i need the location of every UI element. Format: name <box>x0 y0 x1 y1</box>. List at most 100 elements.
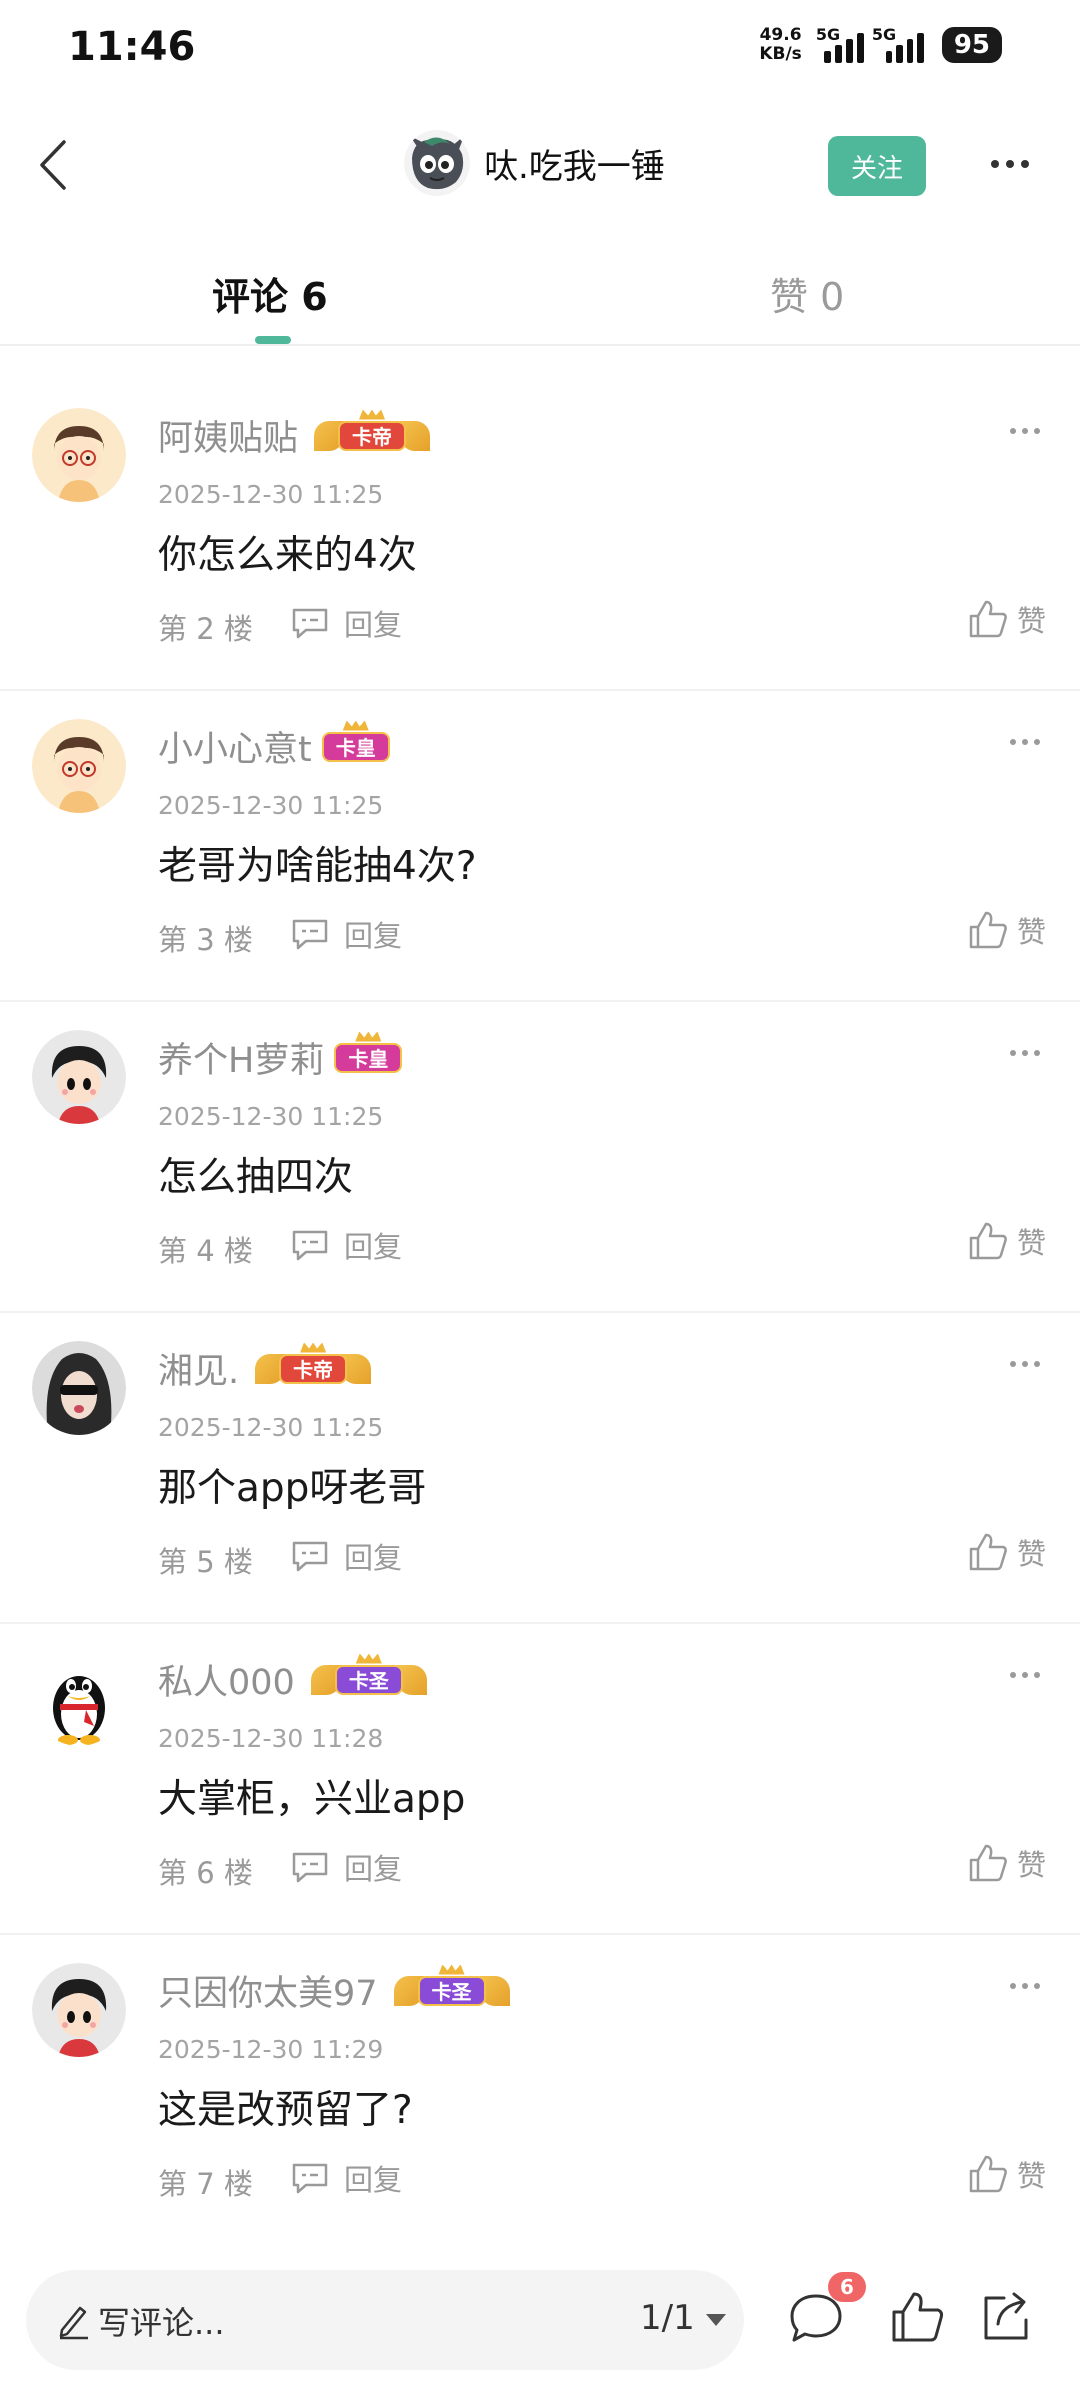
like-button[interactable]: 赞 <box>967 1220 1046 1262</box>
reply-bubble-icon <box>292 2163 328 2194</box>
avatar[interactable] <box>32 1963 126 2057</box>
comment-header: 私人000 卡圣 <box>158 1653 427 1705</box>
more-dots-icon <box>1010 1050 1016 1056</box>
more-dots-icon <box>991 160 999 168</box>
comment-tabs: 评论 6 赞 0 <box>0 236 1080 346</box>
badge-label: 卡帝 <box>338 420 407 451</box>
reply-bubble-icon <box>292 1852 328 1883</box>
badge-label: 卡皇 <box>334 1042 403 1073</box>
comment-more-button[interactable] <box>1010 428 1040 434</box>
reply-bubble-icon <box>292 1541 328 1572</box>
reply-label: 回复 <box>344 2163 403 2197</box>
pen-icon <box>59 2306 88 2340</box>
level-badge: 卡圣 <box>393 1964 510 2011</box>
avatar[interactable] <box>32 408 126 502</box>
level-badge: 卡皇 <box>321 720 390 767</box>
commenter-name[interactable]: 湘见. <box>158 1343 239 1394</box>
reply-bubble-icon <box>292 1230 328 1261</box>
more-options-button[interactable] <box>980 144 1040 184</box>
thumbs-up-icon <box>969 911 1007 949</box>
comment-item: 只因你太美97 卡圣 2025-12-30 11:29 这是改预留了? 第 7 … <box>0 1935 1080 2246</box>
back-chevron-icon <box>40 140 66 190</box>
like-button[interactable]: 赞 <box>967 598 1046 640</box>
signal-icon: 5G <box>872 25 924 63</box>
avatar[interactable] <box>32 1652 126 1746</box>
comment-time: 2025-12-30 11:25 <box>158 791 384 820</box>
thumbs-up-icon <box>969 2155 1007 2193</box>
avatar[interactable] <box>32 1030 126 1124</box>
commenter-name[interactable]: 私人000 <box>158 1654 295 1705</box>
floor-number: 第 2 楼 <box>158 612 253 646</box>
level-badge: 卡帝 <box>255 1342 372 1389</box>
signal-1-label: 5G <box>815 25 841 44</box>
comment-time: 2025-12-30 11:25 <box>158 1413 384 1442</box>
reply-button[interactable]: 回复 <box>290 1846 402 1888</box>
comment-item: 小小心意t 卡皇 2025-12-30 11:25 老哥为啥能抽4次? 第 3 … <box>0 691 1080 1002</box>
comment-item: 养个H萝莉 卡皇 2025-12-30 11:25 怎么抽四次 第 4 楼 回复… <box>0 1002 1080 1313</box>
like-button[interactable]: 赞 <box>967 1531 1046 1573</box>
status-time: 11:46 <box>68 24 196 70</box>
reply-label: 回复 <box>344 1230 403 1264</box>
follow-button[interactable]: 关注 <box>828 136 926 196</box>
status-bar: 11:46 49.6 KB/s 5G 5G 95 <box>0 0 1080 100</box>
like-button[interactable]: 赞 <box>967 909 1046 951</box>
comment-more-button[interactable] <box>1010 1983 1040 1989</box>
commenter-name[interactable]: 小小心意t <box>158 721 312 772</box>
reply-button[interactable]: 回复 <box>290 602 402 644</box>
more-dots-icon <box>1010 1672 1016 1678</box>
tab-likes[interactable]: 赞 0 <box>770 266 844 321</box>
comment-time: 2025-12-30 11:28 <box>158 1724 384 1753</box>
avatar[interactable] <box>32 719 126 813</box>
like-label: 赞 <box>1016 1226 1046 1260</box>
badge-label: 卡圣 <box>417 1975 486 2006</box>
like-label: 赞 <box>1016 1537 1046 1571</box>
commenter-name[interactable]: 阿姨贴贴 <box>158 410 298 461</box>
reply-label: 回复 <box>344 1541 403 1575</box>
thumbs-up-icon <box>969 600 1007 638</box>
comment-more-button[interactable] <box>1010 739 1040 745</box>
chevron-down-icon[interactable] <box>706 2314 726 2326</box>
comment-list: 阿姨贴贴 卡帝 2025-12-30 11:25 你怎么来的4次 第 2 楼 回… <box>0 380 1080 2246</box>
author-avatar[interactable] <box>404 130 470 196</box>
thumbs-up-icon <box>969 1222 1007 1260</box>
tab-comments[interactable]: 评论 6 <box>212 266 328 321</box>
like-button[interactable]: 赞 <box>967 2153 1046 2195</box>
comment-more-button[interactable] <box>1010 1050 1040 1056</box>
more-dots-icon <box>1010 428 1016 434</box>
badge-label: 卡帝 <box>279 1353 348 1384</box>
thumbs-up-icon[interactable] <box>888 2288 946 2346</box>
level-badge: 卡皇 <box>334 1031 403 1078</box>
floor-number: 第 3 楼 <box>158 923 253 957</box>
reply-label: 回复 <box>344 919 403 953</box>
status-indicators: 49.6 KB/s 5G 5G 95 <box>759 25 1002 64</box>
comment-header: 湘见. 卡帝 <box>158 1342 372 1394</box>
battery-indicator: 95 <box>941 27 1002 63</box>
more-dots-icon <box>1010 1361 1016 1367</box>
comment-input[interactable]: 写评论... 1/1 <box>26 2270 744 2370</box>
back-button[interactable] <box>18 130 88 200</box>
author-name[interactable]: 呔.吃我一锤 <box>484 139 665 188</box>
floor-number: 第 6 楼 <box>158 1856 253 1890</box>
post-header: 呔.吃我一锤 关注 <box>0 110 1080 220</box>
comment-text: 你怎么来的4次 <box>158 533 417 578</box>
reply-button[interactable]: 回复 <box>290 1535 402 1577</box>
avatar[interactable] <box>32 1341 126 1435</box>
comment-input-placeholder: 写评论... <box>98 2304 225 2342</box>
reply-button[interactable]: 回复 <box>290 913 402 955</box>
commenter-name[interactable]: 只因你太美97 <box>158 1965 378 2016</box>
page-indicator[interactable]: 1/1 <box>640 2298 695 2338</box>
comment-text: 怎么抽四次 <box>158 1155 354 1200</box>
reply-button[interactable]: 回复 <box>290 1224 402 1266</box>
badge-label: 卡圣 <box>334 1664 403 1695</box>
more-dots-icon <box>1010 1983 1016 1989</box>
commenter-name[interactable]: 养个H萝莉 <box>158 1032 324 1083</box>
reply-button[interactable]: 回复 <box>290 2157 402 2199</box>
comment-more-button[interactable] <box>1010 1361 1040 1367</box>
author-info[interactable]: 呔.吃我一锤 <box>404 130 665 196</box>
floor-number: 第 4 楼 <box>158 1234 253 1268</box>
comment-text: 这是改预留了? <box>158 2088 413 2133</box>
share-icon[interactable] <box>976 2288 1034 2346</box>
network-speed-unit: KB/s <box>759 44 802 64</box>
like-button[interactable]: 赞 <box>967 1842 1046 1884</box>
comment-more-button[interactable] <box>1010 1672 1040 1678</box>
